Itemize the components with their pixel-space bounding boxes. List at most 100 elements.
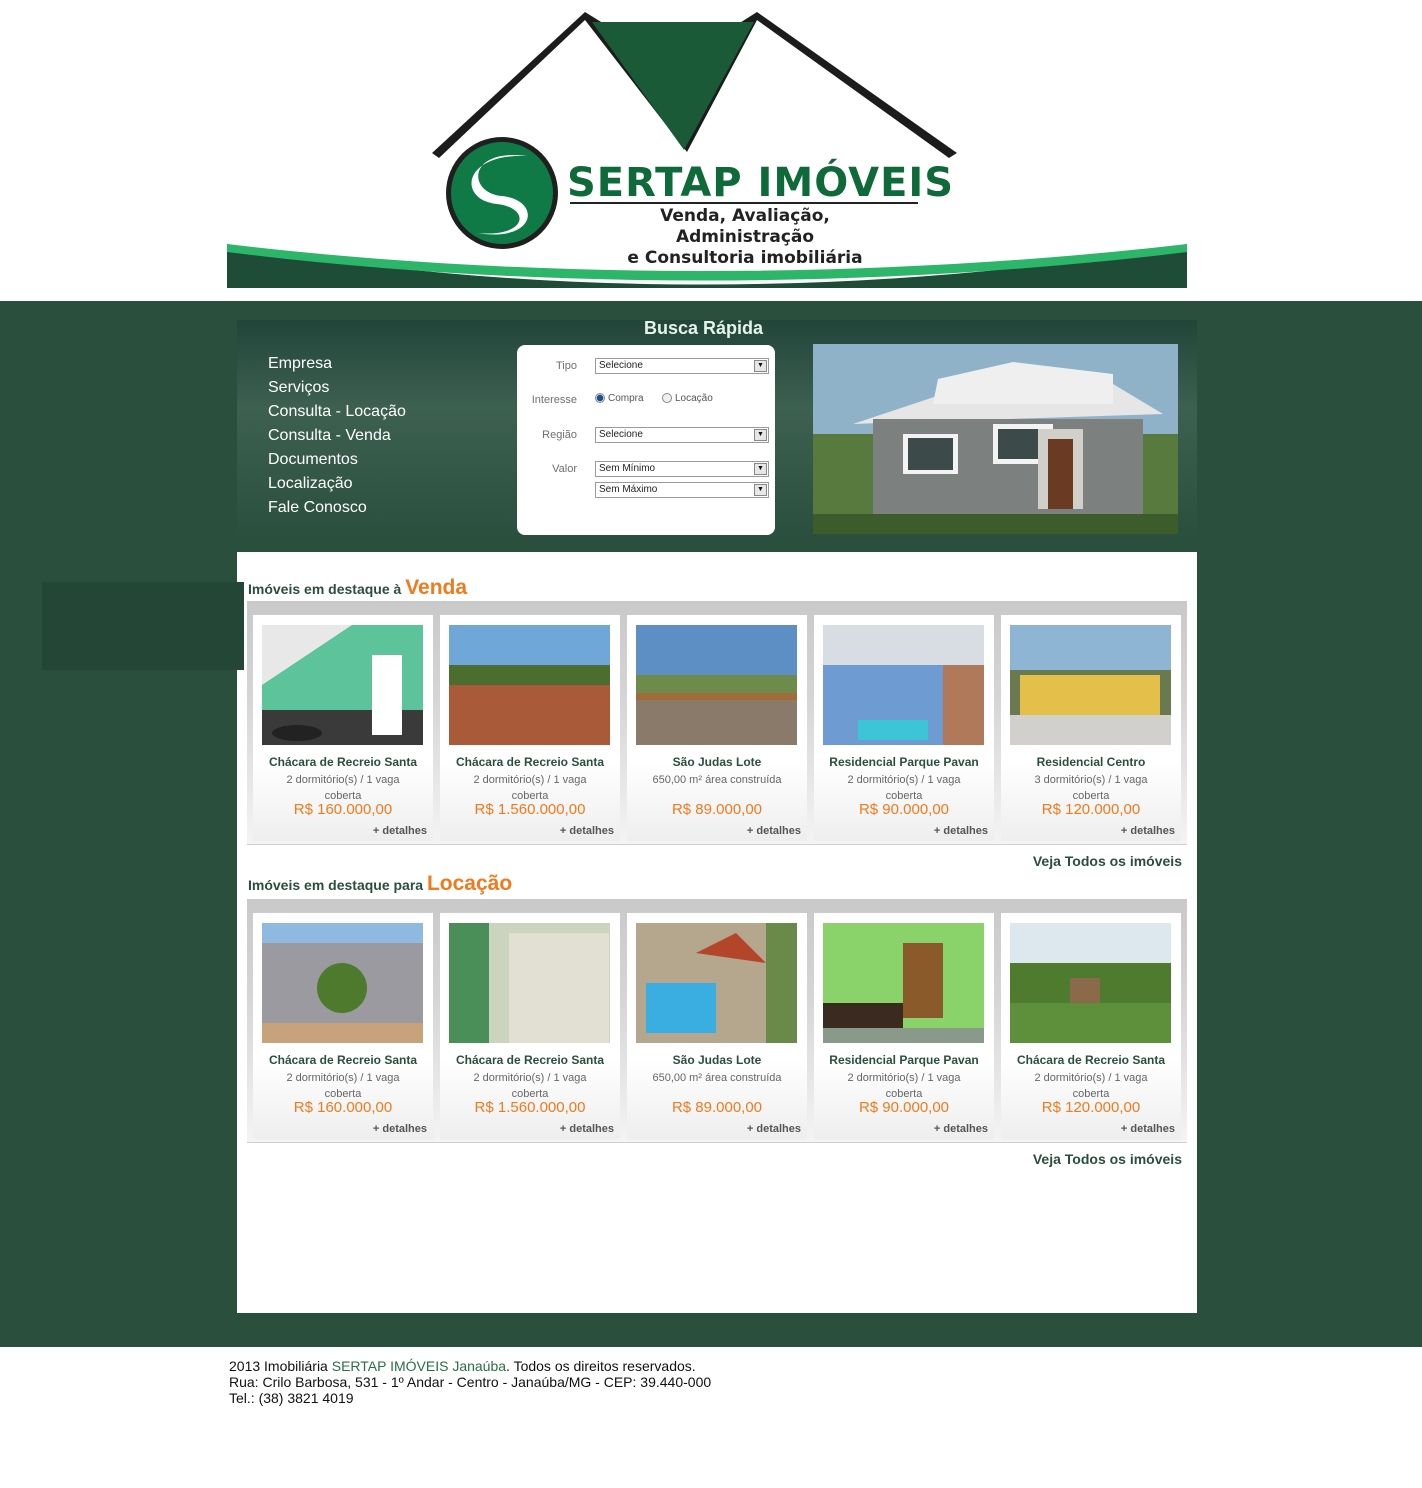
property-desc: 2 dormitório(s) / 1 vaga coberta (286, 1072, 400, 1100)
menu-item-consulta-venda[interactable]: Consulta - Venda (268, 424, 406, 448)
property-photo (636, 625, 797, 745)
property-card[interactable]: Chácara de Recreio Santa 2 dormitório(s)… (253, 615, 433, 841)
property-card[interactable]: Residencial Centro 3 dormitório(s) / 1 v… (1001, 615, 1181, 841)
property-desc: 2 dormitório(s) / 1 vaga coberta (1034, 1072, 1148, 1100)
valor-min-value: Sem Mínimo (599, 463, 656, 474)
property-price: R$ 1.560.000,00 (474, 1099, 586, 1116)
footer-copyright-prefix: 2013 Imobiliária (229, 1358, 332, 1374)
property-desc: 2 dormitório(s) / 1 vaga coberta (473, 1072, 587, 1100)
property-desc: 650,00 m² área construída (652, 1072, 782, 1084)
details-link[interactable]: + detalhes (1121, 1123, 1175, 1135)
radio-unselected-icon (662, 393, 672, 404)
chevron-down-icon: ▼ (754, 429, 767, 441)
venda-section-title: Imóveis em destaque à Venda (248, 576, 467, 600)
property-price: R$ 90.000,00 (858, 801, 950, 818)
details-link[interactable]: + detalhes (747, 825, 801, 837)
radio-compra-label: Compra (608, 393, 644, 404)
main-menu: Empresa Serviços Consulta - Locação Cons… (268, 352, 406, 520)
property-name: Chácara de Recreio Santa (1016, 1053, 1166, 1067)
property-desc: 2 dormitório(s) / 1 vaga coberta (847, 1072, 961, 1100)
property-card[interactable]: São Judas Lote 650,00 m² área construída… (627, 913, 807, 1139)
brand-underline (570, 202, 918, 204)
property-name: Chácara de Recreio Santa (268, 1053, 418, 1067)
interesse-label: Interesse (531, 394, 577, 406)
locacao-see-all-link[interactable]: Veja Todos os imóveis (1033, 1151, 1182, 1167)
property-card[interactable]: Chácara de Recreio Santa 2 dormitório(s)… (440, 615, 620, 841)
menu-item-documentos[interactable]: Documentos (268, 448, 406, 472)
property-price: R$ 89.000,00 (671, 801, 763, 818)
menu-item-fale-conosco[interactable]: Fale Conosco (268, 496, 406, 520)
venda-title-prefix: Imóveis em destaque à (248, 581, 402, 597)
property-price: R$ 90.000,00 (858, 1099, 950, 1116)
brand-tagline: Venda, Avaliação, Administração e Consul… (600, 206, 890, 269)
chevron-down-icon: ▼ (754, 484, 767, 496)
valor-min-select[interactable]: Sem Mínimo ▼ (595, 461, 769, 477)
property-photo (636, 923, 797, 1043)
details-link[interactable]: + detalhes (560, 1123, 614, 1135)
radio-locacao[interactable]: Locação (662, 393, 713, 404)
footer-company-name: SERTAP IMÓVEIS Janaúba (331, 1358, 507, 1374)
property-name: Chácara de Recreio Santa (268, 755, 418, 769)
brand-tagline-1: Venda, Avaliação, Administração (660, 206, 830, 247)
details-link[interactable]: + detalhes (934, 1123, 988, 1135)
details-link[interactable]: + detalhes (373, 825, 427, 837)
site-header: SERTAP IMÓVEIS Venda, Avaliação, Adminis… (0, 0, 1422, 300)
locacao-title-big: Locação (426, 872, 513, 895)
menu-item-empresa[interactable]: Empresa (268, 352, 406, 376)
locacao-title-prefix: Imóveis em destaque para (248, 877, 424, 893)
property-desc: 2 dormitório(s) / 1 vaga coberta (847, 774, 961, 802)
locacao-strip: Chácara de Recreio Santa 2 dormitório(s)… (247, 899, 1187, 1143)
regiao-select[interactable]: Selecione ▼ (595, 427, 769, 443)
property-photo (262, 625, 423, 745)
tipo-select-value: Selecione (599, 360, 643, 371)
property-name: São Judas Lote (672, 755, 762, 769)
property-photo (823, 923, 984, 1043)
menu-item-localizacao[interactable]: Localização (268, 472, 406, 496)
property-photo (823, 625, 984, 745)
menu-item-servicos[interactable]: Serviços (268, 376, 406, 400)
valor-max-select[interactable]: Sem Máximo ▼ (595, 482, 769, 498)
details-link[interactable]: + detalhes (747, 1123, 801, 1135)
property-desc: 650,00 m² área construída (652, 774, 782, 786)
property-card[interactable]: Chácara de Recreio Santa 2 dormitório(s)… (253, 913, 433, 1139)
details-link[interactable]: + detalhes (1121, 825, 1175, 837)
radio-selected-icon (595, 393, 605, 404)
property-card[interactable]: Chácara de Recreio Santa 2 dormitório(s)… (440, 913, 620, 1139)
radio-compra[interactable]: Compra (595, 393, 644, 404)
property-name: Residencial Parque Pavan (829, 755, 979, 769)
footer-rights: . Todos os direitos reservados. (506, 1358, 696, 1374)
property-price: R$ 1.560.000,00 (474, 801, 586, 818)
property-desc: 2 dormitório(s) / 1 vaga coberta (286, 774, 400, 802)
property-price: R$ 160.000,00 (293, 1099, 393, 1116)
busca-title: Busca Rápida (644, 318, 764, 338)
locacao-section-title: Imóveis em destaque para Locação (248, 872, 512, 896)
venda-title-big: Venda (405, 576, 468, 599)
property-card[interactable]: Chácara de Recreio Santa 2 dormitório(s)… (1001, 913, 1181, 1139)
details-link[interactable]: + detalhes (373, 1123, 427, 1135)
property-price: R$ 120.000,00 (1041, 801, 1141, 818)
venda-divider (247, 844, 1187, 845)
venda-strip: Chácara de Recreio Santa 2 dormitório(s)… (247, 601, 1187, 845)
property-name: São Judas Lote (672, 1053, 762, 1067)
tipo-label: Tipo (556, 360, 577, 372)
property-card[interactable]: São Judas Lote 650,00 m² área construída… (627, 615, 807, 841)
menu-item-consulta-locacao[interactable]: Consulta - Locação (268, 400, 406, 424)
venda-see-all-link[interactable]: Veja Todos os imóveis (1033, 853, 1182, 869)
property-photo (262, 923, 423, 1043)
property-name: Residencial Parque Pavan (829, 1053, 979, 1067)
property-card[interactable]: Residencial Parque Pavan 2 dormitório(s)… (814, 913, 994, 1139)
details-link[interactable]: + detalhes (934, 825, 988, 837)
footer-address: Rua: Crilo Barbosa, 531 - 1º Andar - Cen… (229, 1374, 712, 1390)
valor-max-value: Sem Máximo (599, 484, 658, 495)
property-desc: 3 dormitório(s) / 1 vaga coberta (1034, 774, 1148, 802)
property-desc: 2 dormitório(s) / 1 vaga coberta (473, 774, 587, 802)
brand-name: SERTAP IMÓVEIS (567, 160, 955, 206)
site-footer: 2013 Imobiliária SERTAP IMÓVEIS Janaúba.… (229, 1358, 711, 1406)
property-photo (1010, 923, 1171, 1043)
property-name: Chácara de Recreio Santa (455, 1053, 605, 1067)
left-sidebar-block (42, 582, 244, 670)
tipo-select[interactable]: Selecione ▼ (595, 358, 769, 374)
radio-locacao-label: Locação (675, 393, 713, 404)
details-link[interactable]: + detalhes (560, 825, 614, 837)
property-card[interactable]: Residencial Parque Pavan 2 dormitório(s)… (814, 615, 994, 841)
